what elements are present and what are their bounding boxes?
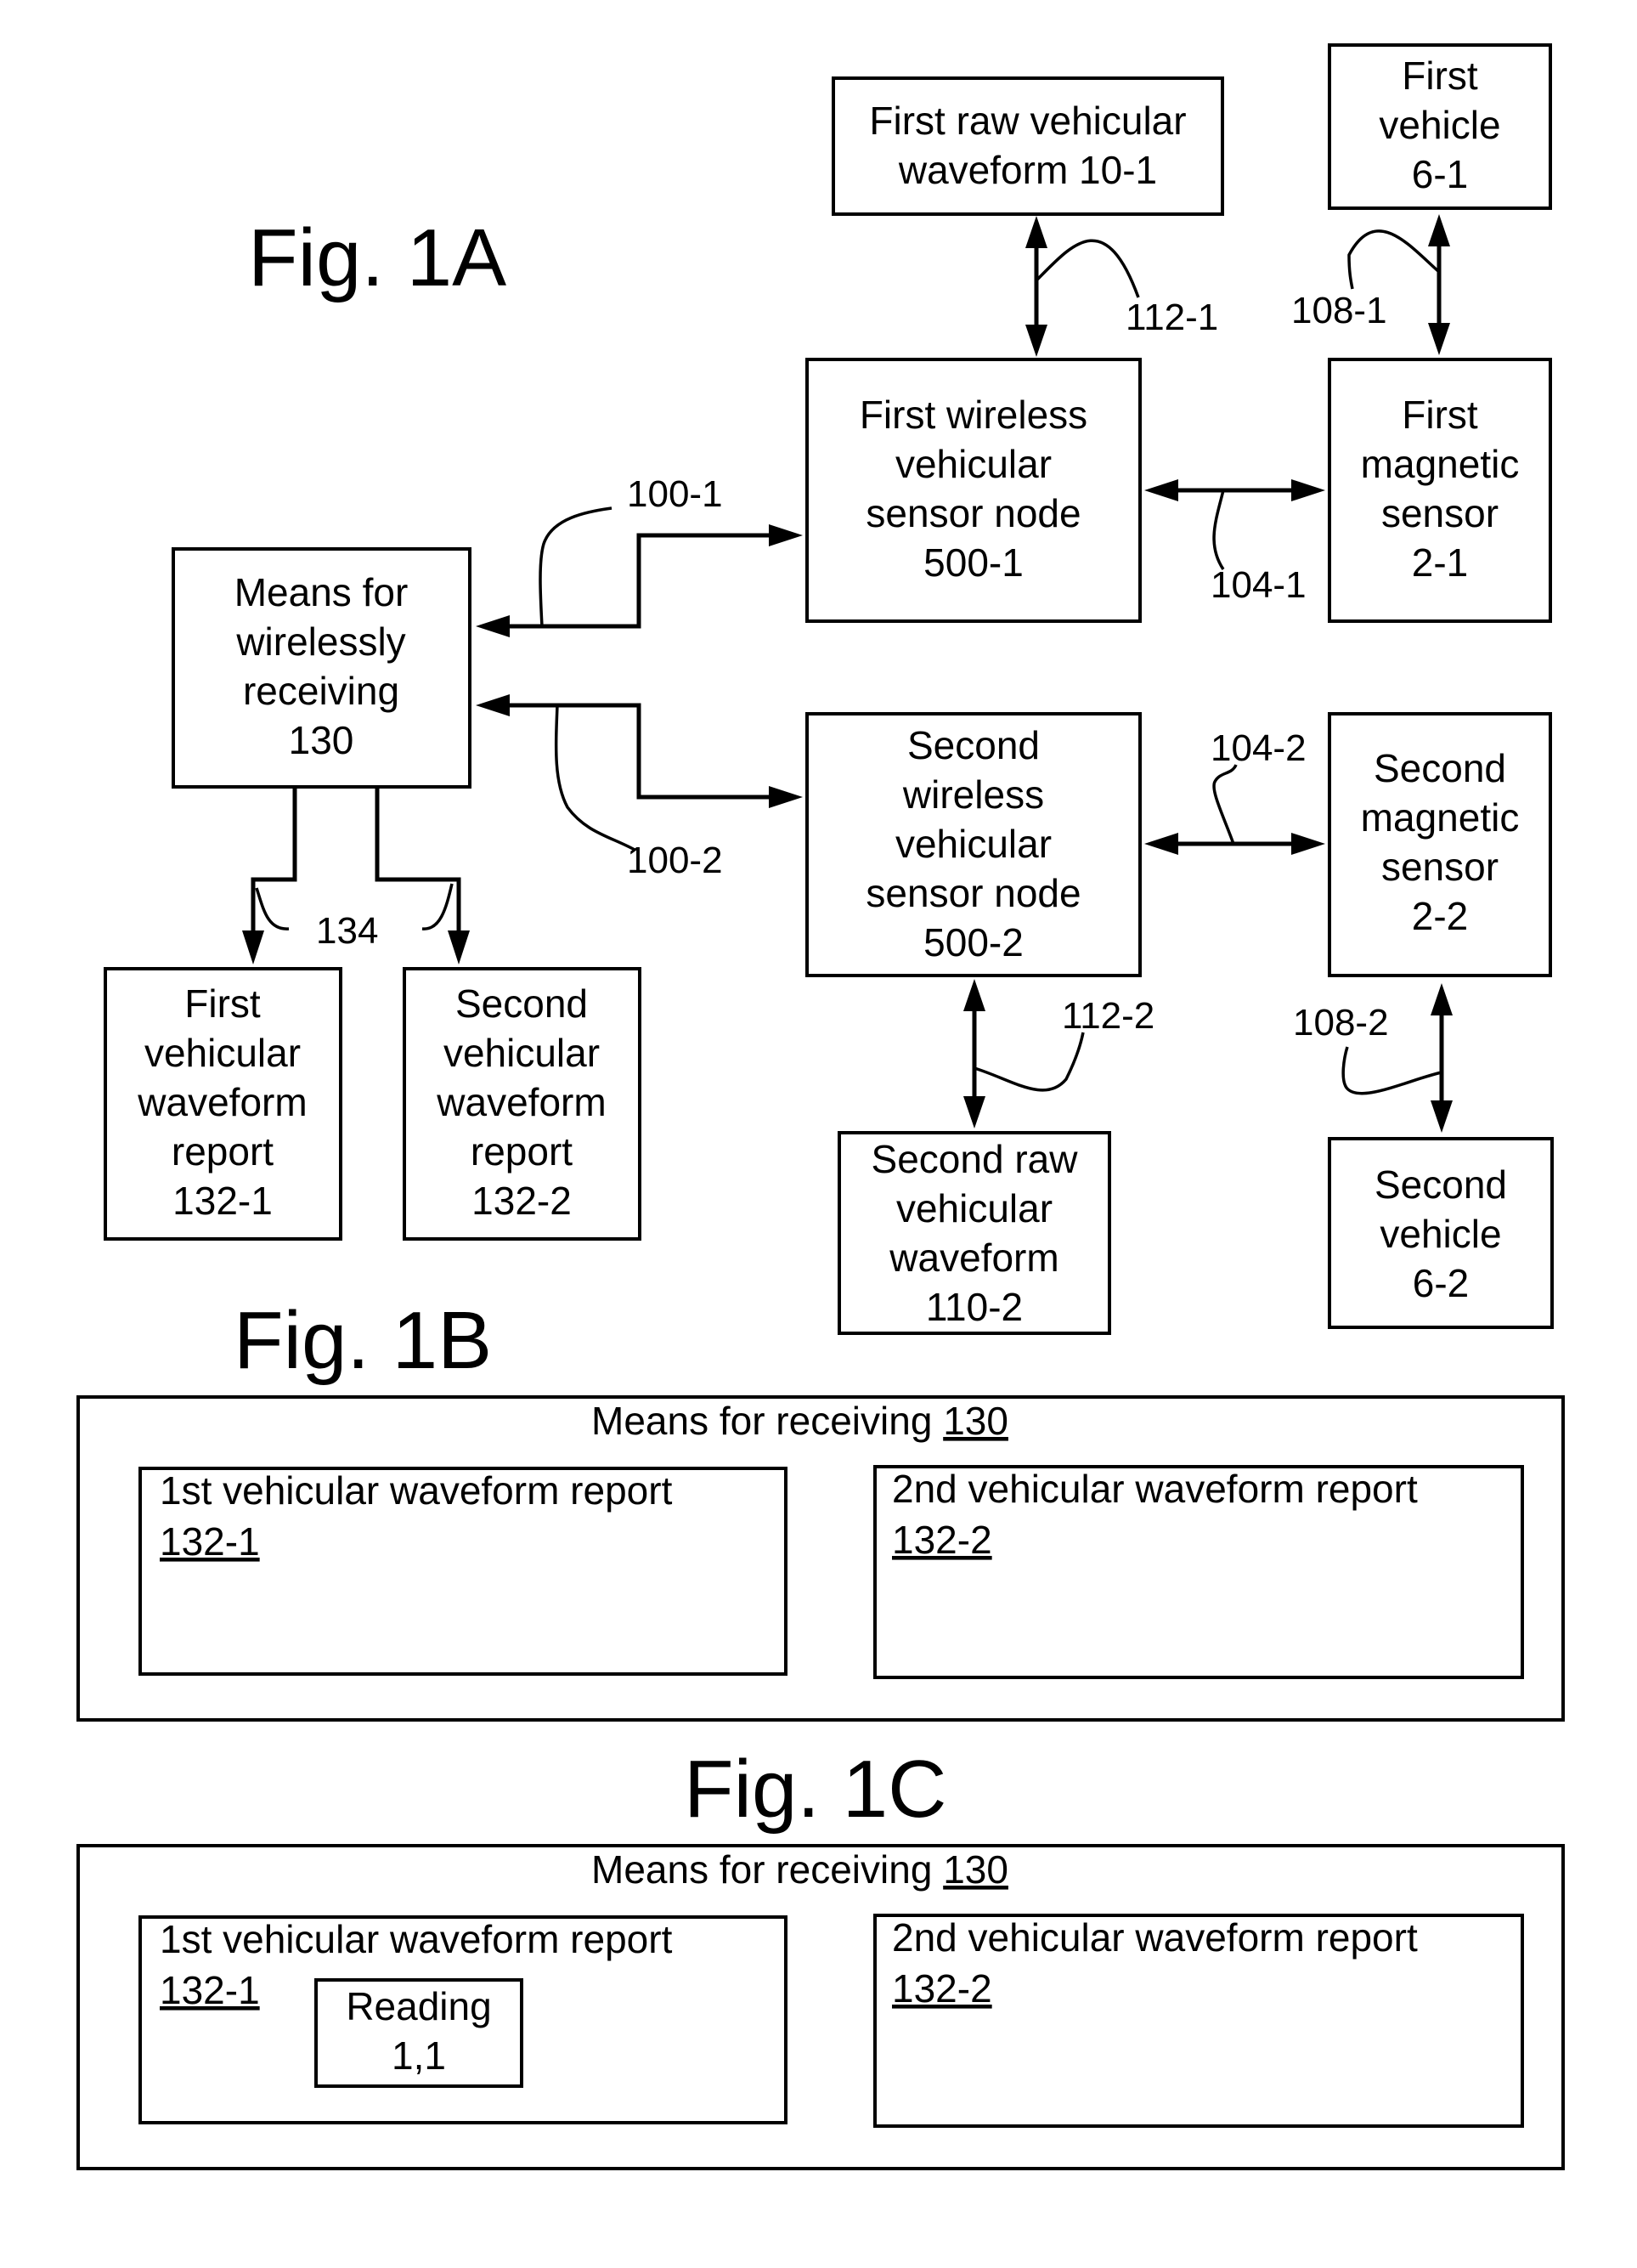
box-text: waveform	[137, 1080, 307, 1124]
box-second-sensor-node: Second wireless vehicular sensor node 50…	[805, 712, 1142, 977]
box-text: magnetic	[1361, 795, 1520, 840]
ref-130: 130	[943, 1847, 1008, 1892]
box-text: 2-2	[1412, 894, 1468, 938]
box-text: 500-2	[923, 920, 1024, 964]
box-text: 130	[289, 718, 354, 762]
ref-label-134: 134	[316, 910, 378, 952]
box-text: sensor node	[866, 871, 1081, 915]
box-text: First	[1402, 54, 1478, 98]
box-text: vehicular	[443, 1031, 600, 1075]
report-label: 1st vehicular waveform report	[160, 1468, 673, 1513]
ref-label-100-2: 100-2	[627, 840, 723, 881]
reading-1-1-box: Reading 1,1	[314, 1978, 523, 2088]
box-text: 2-1	[1412, 540, 1468, 585]
box-text: receiving	[243, 669, 399, 713]
box-first-raw-waveform: First raw vehicular waveform 10-1	[832, 76, 1224, 216]
reading-text: Reading	[346, 1984, 491, 2028]
container-label: Means for receiving 130	[591, 1847, 1008, 1892]
ref-label-104-2: 104-2	[1211, 727, 1307, 769]
box-text: 110-2	[926, 1285, 1023, 1329]
report-label: 2nd vehicular waveform report	[892, 1915, 1418, 1960]
connector-104-1: 104-1	[1144, 479, 1325, 606]
ref-label-100-1: 100-1	[627, 473, 723, 515]
fig1c-first-report-box: 1st vehicular waveform report 132-1 Read…	[138, 1915, 787, 2124]
box-text: waveform	[889, 1236, 1058, 1280]
connector-100-1: 100-1	[476, 473, 803, 637]
box-text: magnetic	[1361, 442, 1520, 486]
ref-label-112-1: 112-1	[1126, 297, 1218, 338]
box-text: sensor node	[866, 491, 1081, 535]
patent-figure-sheet: Fig. 1A First raw vehicular waveform 10-…	[76, 43, 1565, 2170]
box-text: Second	[907, 723, 1040, 767]
box-text: report	[471, 1129, 573, 1174]
box-text: vehicular	[895, 442, 1052, 486]
connector-108-1: 108-1	[1291, 214, 1450, 355]
reading-text: 1,1	[392, 2033, 446, 2078]
box-text: 6-2	[1413, 1261, 1469, 1305]
box-text: First	[1402, 393, 1478, 437]
report-label: 2nd vehicular waveform report	[892, 1467, 1418, 1511]
box-second-magnetic-sensor: Second magnetic sensor 2-2	[1328, 712, 1552, 977]
box-text: wirelessly	[235, 619, 405, 664]
report-ref: 132-1	[160, 1968, 260, 2012]
connector-108-2: 108-2	[1293, 983, 1453, 1133]
box-first-sensor-node: First wireless vehicular sensor node 500…	[805, 358, 1142, 623]
ref-label-104-1: 104-1	[1211, 564, 1307, 606]
box-text: 500-1	[923, 540, 1024, 585]
box-text: Second	[1374, 746, 1506, 790]
fig-1c-title: Fig. 1C	[684, 1744, 946, 1835]
box-first-waveform-report: First vehicular waveform report 132-1	[104, 967, 342, 1241]
box-second-vehicle: Second vehicle 6-2	[1328, 1137, 1554, 1329]
box-text: waveform 10-1	[898, 148, 1157, 192]
box-text: vehicle	[1380, 1212, 1501, 1256]
box-text: waveform	[436, 1080, 606, 1124]
box-text: 6-1	[1412, 152, 1468, 196]
box-text: 132-1	[172, 1179, 273, 1223]
box-second-raw-waveform: Second raw vehicular waveform 110-2	[838, 1131, 1111, 1335]
connector-104-2: 104-2	[1144, 727, 1325, 855]
box-text: Second	[455, 981, 588, 1026]
report-ref: 132-2	[892, 1966, 992, 2011]
box-text: sensor	[1381, 491, 1499, 535]
ref-130: 130	[943, 1399, 1008, 1443]
box-text: sensor	[1381, 845, 1499, 889]
box-text: Second	[1375, 1162, 1507, 1207]
fig1c-second-report-box: 2nd vehicular waveform report 132-2	[873, 1914, 1524, 2128]
box-first-magnetic-sensor: First magnetic sensor 2-1	[1328, 358, 1552, 623]
report-label: 1st vehicular waveform report	[160, 1917, 673, 1961]
box-text: vehicular	[896, 1186, 1053, 1230]
connector-112-2: 112-2	[963, 979, 1154, 1128]
ref-label-112-2: 112-2	[1062, 995, 1154, 1037]
box-second-waveform-report: Second vehicular waveform report 132-2	[403, 967, 641, 1241]
box-text: vehicular	[895, 822, 1052, 866]
box-text: Means for	[234, 570, 409, 614]
report-ref: 132-1	[160, 1519, 260, 1564]
box-text: First wireless	[860, 393, 1087, 437]
connector-112-1: 112-1	[1025, 216, 1218, 357]
container-label: Means for receiving 130	[591, 1399, 1008, 1443]
connector-134: 134	[242, 787, 470, 964]
box-text: wireless	[902, 772, 1044, 817]
fig1b-second-report-box: 2nd vehicular waveform report 132-2	[873, 1465, 1524, 1679]
box-text: Second raw	[872, 1137, 1079, 1181]
box-text: 132-2	[471, 1179, 572, 1223]
box-text: vehicular	[144, 1031, 301, 1075]
ref-label-108-1: 108-1	[1291, 290, 1387, 331]
report-ref: 132-2	[892, 1518, 992, 1562]
box-text: First raw vehicular	[869, 99, 1186, 143]
box-text: report	[172, 1129, 274, 1174]
fig-1a-title: Fig. 1A	[248, 212, 506, 303]
fig-1b-title: Fig. 1B	[234, 1295, 492, 1386]
connector-100-2: 100-2	[476, 694, 803, 881]
box-text: First	[184, 981, 261, 1026]
box-text: vehicle	[1379, 103, 1500, 147]
fig1b-first-report-box: 1st vehicular waveform report 132-1	[138, 1467, 787, 1676]
box-first-vehicle: First vehicle 6-1	[1328, 43, 1552, 210]
box-means-for-wirelessly-receiving: Means for wirelessly receiving 130	[172, 547, 471, 789]
ref-label-108-2: 108-2	[1293, 1002, 1389, 1044]
